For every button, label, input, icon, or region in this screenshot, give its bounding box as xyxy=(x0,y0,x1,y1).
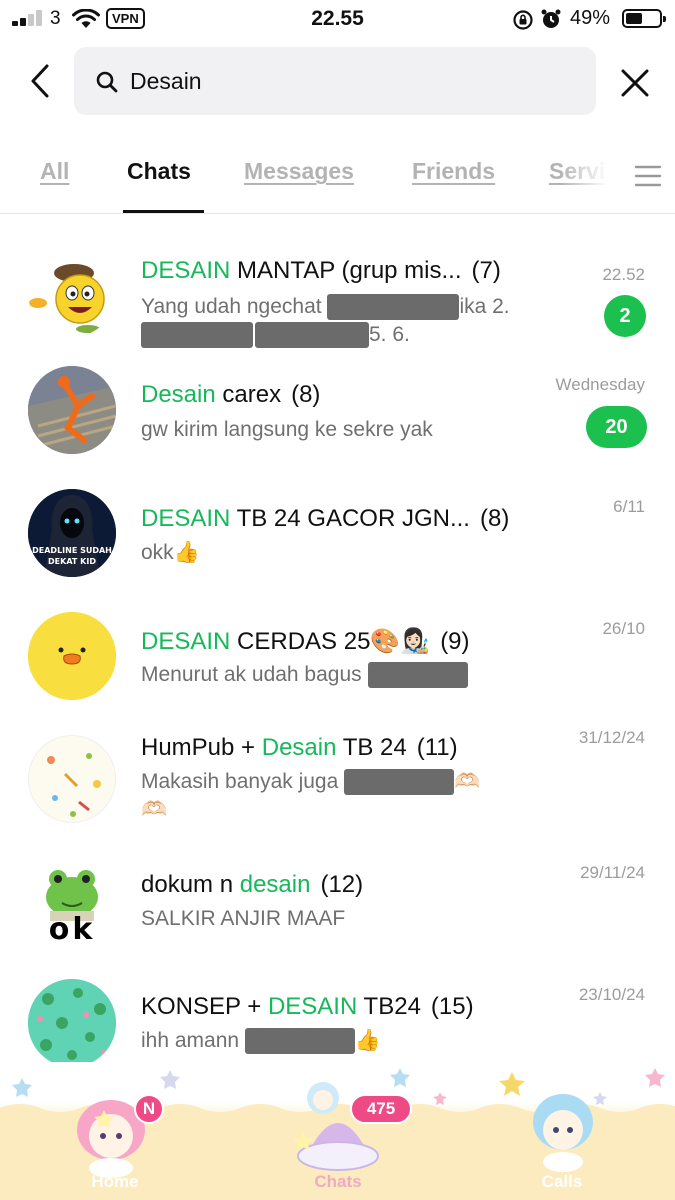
chat-row[interactable]: ok dokum n desain (12) SALKIR ANJIR MAAF … xyxy=(0,853,675,983)
redaction xyxy=(244,1028,355,1055)
alarm-icon xyxy=(541,9,561,28)
battery-percent: 49% xyxy=(570,7,611,29)
chat-preview: gw kirim langsung ke sekre yak xyxy=(141,418,433,441)
chats-badge: 475 xyxy=(350,1094,412,1124)
nav-calls-label: Calls xyxy=(541,1172,583,1191)
tab-messages[interactable]: Messages xyxy=(244,158,354,185)
grim-reaper-icon: DEADLINE SUDAH DEKAT KID xyxy=(28,489,116,577)
chat-row[interactable]: DEADLINE SUDAH DEKAT KID DESAIN TB 24 GA… xyxy=(0,485,675,615)
tab-chats[interactable]: Chats xyxy=(127,158,191,185)
home-badge: N xyxy=(134,1094,164,1124)
chat-title-match: DESAIN xyxy=(141,257,231,284)
doodle-pattern-icon xyxy=(28,735,116,823)
active-tab-indicator xyxy=(123,210,204,213)
avatar-caption: DEADLINE SUDAH xyxy=(32,546,112,555)
chat-title-match: Desain xyxy=(261,734,337,761)
chat-date: 6/11 xyxy=(613,497,645,516)
chat-date: 26/10 xyxy=(602,619,645,638)
redaction xyxy=(141,322,253,349)
nav-home-label: Home xyxy=(91,1172,139,1191)
chat-title-match: DESAIN xyxy=(141,628,231,655)
clear-search-button[interactable] xyxy=(612,60,658,106)
chat-title: DESAIN TB 24 GACOR JGN... (8) xyxy=(141,505,510,532)
watermelon-pattern-icon xyxy=(28,979,116,1067)
chat-row[interactable]: HumPub + Desain TB 24 (11) Makasih banyak… xyxy=(0,728,675,860)
search-icon xyxy=(96,71,118,93)
search-bar[interactable] xyxy=(74,47,596,115)
search-input[interactable] xyxy=(130,61,570,101)
nav-home[interactable]: N Home xyxy=(40,1062,190,1200)
chat-row[interactable]: KONSEP + DESAIN TB24 (15) ihh amann 👍 23/… xyxy=(0,975,675,1075)
frog-icon: ok xyxy=(28,857,116,945)
chat-title: HumPub + Desain TB 24 (11) xyxy=(141,734,458,761)
chat-title: Desain carex (8) xyxy=(141,381,321,408)
chat-title: DESAIN CERDAS 25🎨👩🏻‍🎨 (9) xyxy=(141,628,470,655)
chat-date: 31/12/24 xyxy=(578,728,645,747)
tab-all[interactable]: All xyxy=(40,158,69,185)
chat-title: dokum n desain (12) xyxy=(141,871,364,898)
chat-date: 29/11/24 xyxy=(580,863,645,882)
chat-preview: Yang udah ngechat ika 2. 5. 6. xyxy=(141,293,571,349)
member-count: (12) xyxy=(320,871,364,898)
member-count: (7) xyxy=(471,257,501,284)
redaction xyxy=(255,322,369,349)
chat-title: KONSEP + DESAIN TB24 (15) xyxy=(141,993,474,1020)
rotation-lock-icon xyxy=(513,10,533,30)
unread-badge: 20 xyxy=(586,406,647,448)
redaction xyxy=(327,294,460,321)
member-count: (8) xyxy=(291,381,321,408)
chat-preview: Menurut ak udah bagus xyxy=(141,661,571,689)
member-count: (11) xyxy=(416,734,458,761)
nav-calls[interactable]: Calls xyxy=(487,1062,637,1200)
avatar-caption: DEKAT KID xyxy=(48,557,96,566)
chat-date: 22.52 xyxy=(602,265,645,284)
chat-preview: Makasih banyak juga 🫶🏻 🫶🏻 xyxy=(141,769,481,821)
jelly-cloud-icon xyxy=(293,1082,379,1171)
avatar-caption: ok xyxy=(48,912,96,945)
chat-title-match: desain xyxy=(239,871,311,898)
bottom-navigation: N Home 475 Chats Calls xyxy=(0,1062,675,1200)
member-count: (9) xyxy=(440,628,470,655)
member-count: (15) xyxy=(430,993,474,1020)
chevron-left-icon xyxy=(31,64,49,98)
chat-preview: SALKIR ANJIR MAAF xyxy=(141,907,346,930)
chat-title-match: DESAIN xyxy=(267,993,358,1020)
nav-chats[interactable]: 475 Chats xyxy=(263,1062,413,1200)
chat-preview: okk👍 xyxy=(141,541,200,564)
search-tabs: All Chats Messages Friends Servi xyxy=(0,140,675,214)
member-count: (8) xyxy=(479,505,510,532)
chat-title: DESAIN MANTAP (grup mis... (7) xyxy=(141,257,501,284)
hamburger-icon xyxy=(634,165,661,187)
little-twin-star-boy-icon xyxy=(533,1094,593,1172)
chat-row[interactable]: Desain carex (8) gw kirim langsung ke sek… xyxy=(0,357,675,487)
smiley-painter-icon xyxy=(28,249,116,337)
photo-icon xyxy=(28,366,116,454)
chat-preview: ihh amann 👍 xyxy=(141,1027,571,1055)
close-icon xyxy=(621,69,649,97)
duck-icon xyxy=(28,612,116,700)
redaction xyxy=(367,662,468,689)
redaction xyxy=(344,769,455,796)
chat-row[interactable]: DESAIN MANTAP (grup mis... (7) Yang udah … xyxy=(0,227,675,357)
chat-date: Wednesday xyxy=(555,375,645,394)
chat-title-match: Desain xyxy=(141,381,216,408)
chat-row[interactable]: DESAIN CERDAS 25🎨👩🏻‍🎨 (9) Menurut ak udah… xyxy=(0,607,675,737)
status-bar: 3 VPN 22.55 49% xyxy=(0,0,675,38)
tabs-menu-button[interactable] xyxy=(620,140,675,212)
chat-title-match: DESAIN xyxy=(141,505,231,532)
unread-badge: 2 xyxy=(604,295,646,337)
nav-chats-label: Chats xyxy=(314,1172,362,1191)
chat-results-list: DESAIN MANTAP (grup mis... (7) Yang udah … xyxy=(0,215,675,1075)
tab-friends[interactable]: Friends xyxy=(412,158,495,185)
battery-icon xyxy=(622,9,666,28)
chat-date: 23/10/24 xyxy=(578,985,645,1004)
back-button[interactable] xyxy=(20,58,60,104)
